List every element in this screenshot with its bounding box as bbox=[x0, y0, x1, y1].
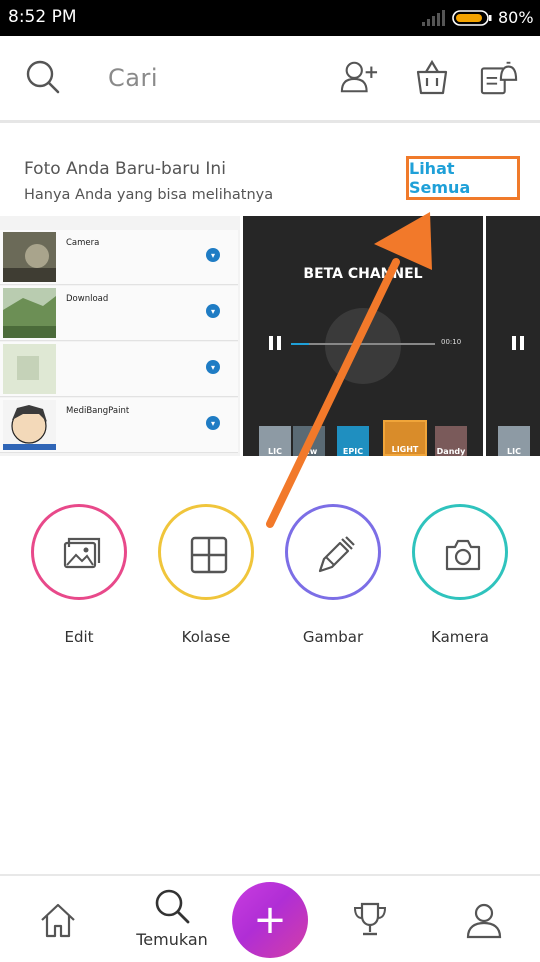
filter-tile: EPIC bbox=[337, 426, 369, 456]
signal-icon bbox=[422, 10, 445, 26]
collage-tool-button[interactable]: Kolase bbox=[153, 500, 263, 660]
search-input[interactable]: Cari bbox=[108, 64, 158, 92]
folder-item: ▾ bbox=[0, 342, 238, 397]
folder-preview-image bbox=[3, 288, 56, 338]
play-button-overlay bbox=[325, 308, 401, 384]
trophy-icon[interactable] bbox=[350, 900, 390, 940]
create-button[interactable]: + bbox=[232, 882, 308, 958]
folder-preview-image bbox=[3, 232, 56, 282]
filter-tile: LIC bbox=[498, 426, 530, 456]
notification-icon[interactable] bbox=[480, 58, 518, 96]
home-icon[interactable] bbox=[38, 900, 78, 940]
draw-tool-label: Gambar bbox=[302, 628, 364, 646]
recent-photo-thumbnail[interactable]: Camera ▾ Download ▾ ▾ MediBangPaint ▾ bbox=[0, 216, 240, 456]
chevron-down-icon: ▾ bbox=[206, 248, 220, 262]
tools-row: Edit Kolase Gambar Kamera bbox=[0, 500, 540, 660]
recent-photos-subtitle: Hanya Anda yang bisa melihatnya bbox=[24, 187, 274, 203]
recent-photos-title: Foto Anda Baru-baru Ini bbox=[24, 159, 226, 179]
video-progress-bar bbox=[291, 343, 435, 345]
recent-photo-thumbnail[interactable]: BETA CHANNEL 00:10 LIC ...w EPIC LIGHT D… bbox=[243, 216, 483, 456]
chevron-down-icon: ▾ bbox=[206, 416, 220, 430]
filter-tile: ...w bbox=[293, 426, 325, 456]
edit-tool-label: Edit bbox=[64, 628, 94, 646]
folder-name: MediBangPaint bbox=[66, 406, 130, 416]
chevron-down-icon: ▾ bbox=[206, 360, 220, 374]
video-time: 00:10 bbox=[441, 338, 462, 346]
edit-tool-ring[interactable] bbox=[31, 504, 127, 600]
folder-item: Download ▾ bbox=[0, 286, 238, 341]
folder-name: Camera bbox=[66, 238, 100, 248]
video-title: BETA CHANNEL bbox=[303, 266, 423, 282]
pause-icon bbox=[269, 336, 281, 350]
camera-tool-label: Kamera bbox=[431, 628, 489, 646]
collage-grid-icon bbox=[190, 536, 228, 574]
collage-tool-ring[interactable] bbox=[158, 504, 254, 600]
folder-preview-image bbox=[3, 344, 56, 394]
search-icon[interactable] bbox=[152, 886, 192, 926]
bottom-navigation: Temukan + bbox=[0, 874, 540, 962]
camera-tool-button[interactable]: Kamera bbox=[407, 500, 517, 660]
folder-preview-image bbox=[3, 400, 56, 450]
see-all-link[interactable]: Lihat Semua bbox=[406, 156, 520, 200]
recent-photo-thumbnail[interactable]: LIC bbox=[486, 216, 540, 456]
draw-tool-button[interactable]: Gambar bbox=[280, 500, 390, 660]
filter-tile: Dandy bbox=[435, 426, 467, 456]
filter-tile: LIC bbox=[259, 426, 291, 456]
top-header: Cari bbox=[0, 36, 540, 123]
pause-icon bbox=[512, 336, 524, 350]
shop-icon[interactable] bbox=[413, 58, 451, 96]
filter-tile: LIGHT bbox=[383, 420, 427, 456]
status-bar: 8:52 PM 80% bbox=[0, 0, 540, 36]
edit-tool-button[interactable]: Edit bbox=[26, 500, 136, 660]
folder-name: Download bbox=[66, 294, 109, 304]
recent-photos-section: Foto Anda Baru-baru Ini Hanya Anda yang … bbox=[0, 123, 540, 216]
battery-percent: 80% bbox=[498, 8, 534, 27]
battery-icon bbox=[452, 10, 492, 26]
chevron-down-icon: ▾ bbox=[206, 304, 220, 318]
profile-icon[interactable] bbox=[464, 900, 504, 940]
camera-tool-ring[interactable] bbox=[412, 504, 508, 600]
image-icon bbox=[63, 537, 101, 569]
folder-item: Camera ▾ bbox=[0, 230, 238, 285]
draw-tool-ring[interactable] bbox=[285, 504, 381, 600]
brush-icon bbox=[318, 536, 355, 573]
collage-tool-label: Kolase bbox=[181, 628, 231, 646]
status-time: 8:52 PM bbox=[8, 7, 77, 27]
add-user-icon[interactable] bbox=[340, 58, 378, 96]
folder-item: MediBangPaint ▾ bbox=[0, 398, 238, 453]
search-icon[interactable] bbox=[24, 58, 62, 96]
camera-icon bbox=[445, 539, 481, 571]
discover-tab-label[interactable]: Temukan bbox=[128, 930, 216, 949]
recent-photos-strip: Camera ▾ Download ▾ ▾ MediBangPaint ▾ BE… bbox=[0, 216, 540, 456]
